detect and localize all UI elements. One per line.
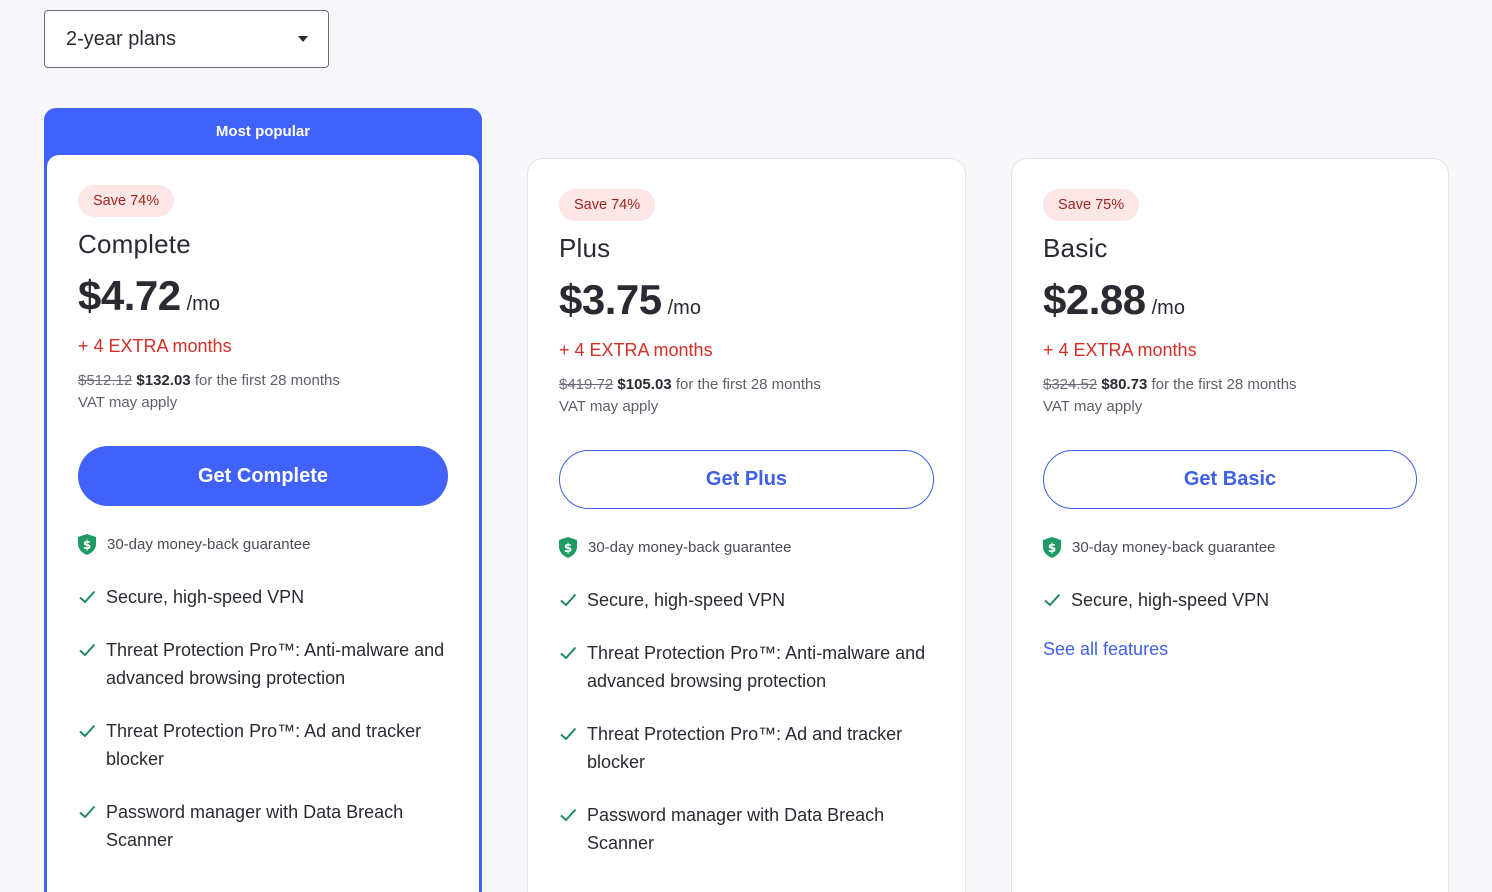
feature-list: Secure, high-speed VPN Threat Protection… xyxy=(559,586,934,857)
money-back-guarantee: $ 30-day money-back guarantee xyxy=(1043,537,1417,558)
save-badge: Save 75% xyxy=(1043,189,1140,221)
price-unit: /mo xyxy=(186,293,220,315)
billing-info: $324.52 $80.73 for the first 28 months xyxy=(1043,374,1417,396)
chevron-down-icon xyxy=(298,36,308,42)
feature-list: Secure, high-speed VPN xyxy=(1043,586,1417,614)
plan-duration-select[interactable]: 2-year plans xyxy=(44,10,329,68)
svg-text:$: $ xyxy=(564,541,572,555)
price: $2.88 xyxy=(1043,276,1146,323)
extra-months: + 4 EXTRA months xyxy=(78,336,232,356)
feature-item: Password manager with Data Breach Scanne… xyxy=(559,801,934,857)
most-popular-banner: Most popular xyxy=(215,123,311,140)
old-price: $419.72 xyxy=(559,376,614,393)
billing-info: $419.72 $105.03 for the first 28 months xyxy=(559,374,934,396)
check-icon xyxy=(560,808,577,822)
shield-dollar-icon: $ xyxy=(559,537,577,558)
check-icon xyxy=(79,805,96,819)
feature-item: Password manager with Data Breach Scanne… xyxy=(78,798,448,854)
price-unit: /mo xyxy=(1151,297,1185,319)
guarantee-text: 30-day money-back guarantee xyxy=(107,536,311,553)
plan-name: Basic xyxy=(1043,233,1108,263)
feature-text: Password manager with Data Breach Scanne… xyxy=(587,805,885,853)
feature-item: Threat Protection Pro™: Ad and tracker b… xyxy=(559,720,934,776)
extra-months: + 4 EXTRA months xyxy=(1043,340,1197,360)
check-icon xyxy=(79,590,96,604)
price-row: $2.88 /mo xyxy=(1043,276,1417,324)
plan-duration-value: 2-year plans xyxy=(66,27,177,50)
feature-text: Secure, high-speed VPN xyxy=(106,587,305,607)
check-icon xyxy=(560,646,577,660)
extra-months: + 4 EXTRA months xyxy=(559,340,713,360)
get-complete-button[interactable]: Get Complete xyxy=(78,446,448,506)
check-icon xyxy=(1044,593,1061,607)
new-price: $105.03 xyxy=(617,376,672,393)
check-icon xyxy=(560,593,577,607)
billing-period: for the first 28 months xyxy=(194,372,340,389)
money-back-guarantee: $ 30-day money-back guarantee xyxy=(559,537,934,558)
plan-card-plus: Save 74% Plus $3.75 /mo + 4 EXTRA months… xyxy=(527,158,966,892)
price: $4.72 xyxy=(78,272,181,319)
feature-text: Secure, high-speed VPN xyxy=(587,590,786,610)
feature-list: Secure, high-speed VPN Threat Protection… xyxy=(78,583,448,854)
feature-item: Threat Protection Pro™: Anti-malware and… xyxy=(559,639,934,695)
check-icon xyxy=(79,643,96,657)
feature-item: Secure, high-speed VPN xyxy=(1043,586,1417,614)
plan-name: Plus xyxy=(559,233,611,263)
feature-text: Threat Protection Pro™: Ad and tracker b… xyxy=(106,721,422,769)
feature-text: Threat Protection Pro™: Anti-malware and… xyxy=(587,643,926,691)
money-back-guarantee: $ 30-day money-back guarantee xyxy=(78,534,448,555)
billing-period: for the first 28 months xyxy=(675,376,821,393)
old-price: $324.52 xyxy=(1043,376,1098,393)
feature-item: Secure, high-speed VPN xyxy=(78,583,448,611)
check-icon xyxy=(560,727,577,741)
price-unit: /mo xyxy=(667,297,701,319)
vat-note: VAT may apply xyxy=(559,398,659,415)
see-all-features-link[interactable]: See all features xyxy=(1043,639,1168,660)
get-plus-button[interactable]: Get Plus xyxy=(559,450,934,509)
shield-dollar-icon: $ xyxy=(1043,537,1061,558)
price-row: $4.72 /mo xyxy=(78,272,448,320)
plan-name: Complete xyxy=(78,229,191,259)
svg-text:$: $ xyxy=(1048,541,1056,555)
get-basic-button[interactable]: Get Basic xyxy=(1043,450,1417,509)
shield-dollar-icon: $ xyxy=(78,534,96,555)
new-price: $132.03 xyxy=(136,372,191,389)
billing-period: for the first 28 months xyxy=(1151,376,1297,393)
plan-card-complete: Most popular Save 74% Complete $4.72 /mo… xyxy=(44,108,482,892)
guarantee-text: 30-day money-back guarantee xyxy=(588,539,792,556)
feature-item: Threat Protection Pro™: Anti-malware and… xyxy=(78,636,448,692)
save-badge: Save 74% xyxy=(559,189,656,221)
new-price: $80.73 xyxy=(1101,376,1148,393)
check-icon xyxy=(79,724,96,738)
old-price: $512.12 xyxy=(78,372,133,389)
plan-card-basic: Save 75% Basic $2.88 /mo + 4 EXTRA month… xyxy=(1011,158,1449,892)
save-badge: Save 74% xyxy=(78,185,175,217)
vat-note: VAT may apply xyxy=(78,394,178,411)
feature-text: Password manager with Data Breach Scanne… xyxy=(106,802,404,850)
price: $3.75 xyxy=(559,276,662,323)
guarantee-text: 30-day money-back guarantee xyxy=(1072,539,1276,556)
feature-text: Threat Protection Pro™: Ad and tracker b… xyxy=(587,724,903,772)
feature-text: Threat Protection Pro™: Anti-malware and… xyxy=(106,640,445,688)
feature-text: Secure, high-speed VPN xyxy=(1071,590,1270,610)
price-row: $3.75 /mo xyxy=(559,276,934,324)
svg-text:$: $ xyxy=(83,538,91,552)
feature-item: Threat Protection Pro™: Ad and tracker b… xyxy=(78,717,448,773)
feature-item: Secure, high-speed VPN xyxy=(559,586,934,614)
vat-note: VAT may apply xyxy=(1043,398,1143,415)
billing-info: $512.12 $132.03 for the first 28 months xyxy=(78,370,448,392)
